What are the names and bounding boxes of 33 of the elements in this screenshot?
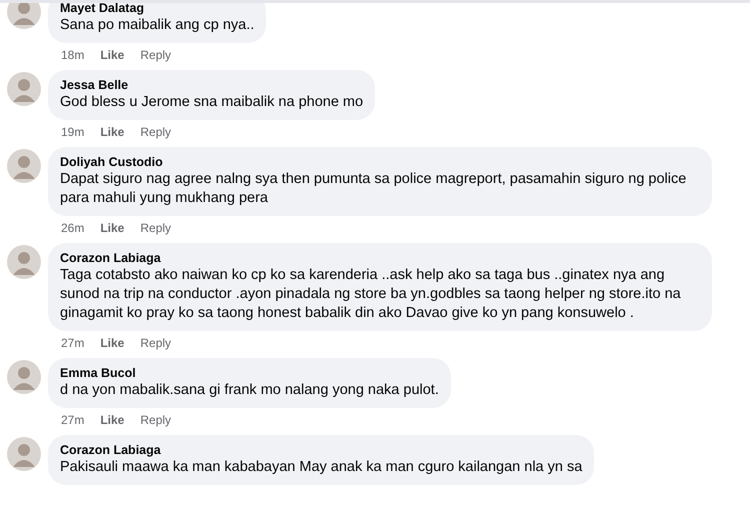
comment-text: d na yon mabalik.sana gi frank mo nalang yong naka pulot. [60, 381, 439, 400]
comment-text: God bless u Jerome sna maibalik na phone mo [60, 93, 364, 112]
avatar-icon[interactable] [7, 245, 41, 279]
comment-text: Sana po maibalik ang cp nya.. [60, 16, 254, 35]
comment-text: Dapat siguro nag agree nalng sya then pumunta sa police magreport, pasamahin siguro ng police para mahuli yung mukhang pera [60, 170, 688, 208]
author-name[interactable]: Mayet Dalatag [60, 3, 254, 16]
reply-link[interactable]: Reply [140, 125, 172, 139]
reply-link[interactable]: Reply [140, 48, 172, 62]
like-link[interactable]: Like [100, 48, 124, 62]
avatar-icon[interactable] [7, 3, 41, 29]
timestamp[interactable]: 18m [61, 48, 84, 62]
author-name[interactable]: Corazon Labiaga [60, 250, 700, 266]
reply-link[interactable]: Reply [140, 336, 172, 350]
timestamp[interactable]: 27m [61, 413, 84, 427]
avatar-icon[interactable] [7, 437, 41, 471]
reply-link[interactable]: Reply [140, 221, 172, 235]
avatar-icon[interactable] [7, 149, 41, 183]
like-link[interactable]: Like [100, 413, 124, 427]
like-link[interactable]: Like [100, 125, 124, 139]
author-name[interactable]: Jessa Belle [60, 77, 364, 93]
avatar-icon[interactable] [7, 72, 41, 106]
author-name[interactable]: Emma Bucol [60, 365, 439, 381]
author-name[interactable]: Doliyah Custodio [60, 154, 700, 170]
author-name[interactable]: Corazon Labiaga [60, 442, 582, 458]
comment-text: Taga cotabsto ako naiwan ko cp ko sa karenderia ..ask help ako sa taga bus ..ginatex nya ang sunod na trip na conductor .ayon pinadala ng store ba yn.godbles sa taong helper ng store.ito na ginagamit ko pray ko sa taong honest babalik din ako Davao give ko yn pang konsuwelo . [60, 266, 682, 323]
timestamp[interactable]: 26m [61, 221, 84, 235]
avatar-icon[interactable] [7, 360, 41, 394]
like-link[interactable]: Like [100, 336, 124, 350]
reply-link[interactable]: Reply [140, 413, 172, 427]
timestamp[interactable]: 19m [61, 125, 84, 139]
timestamp[interactable]: 27m [61, 336, 84, 350]
like-link[interactable]: Like [100, 221, 124, 235]
comment-text: Pakisauli maawa ka man kababayan May anak ka man cguro kailangan nla yn sa [60, 458, 582, 477]
